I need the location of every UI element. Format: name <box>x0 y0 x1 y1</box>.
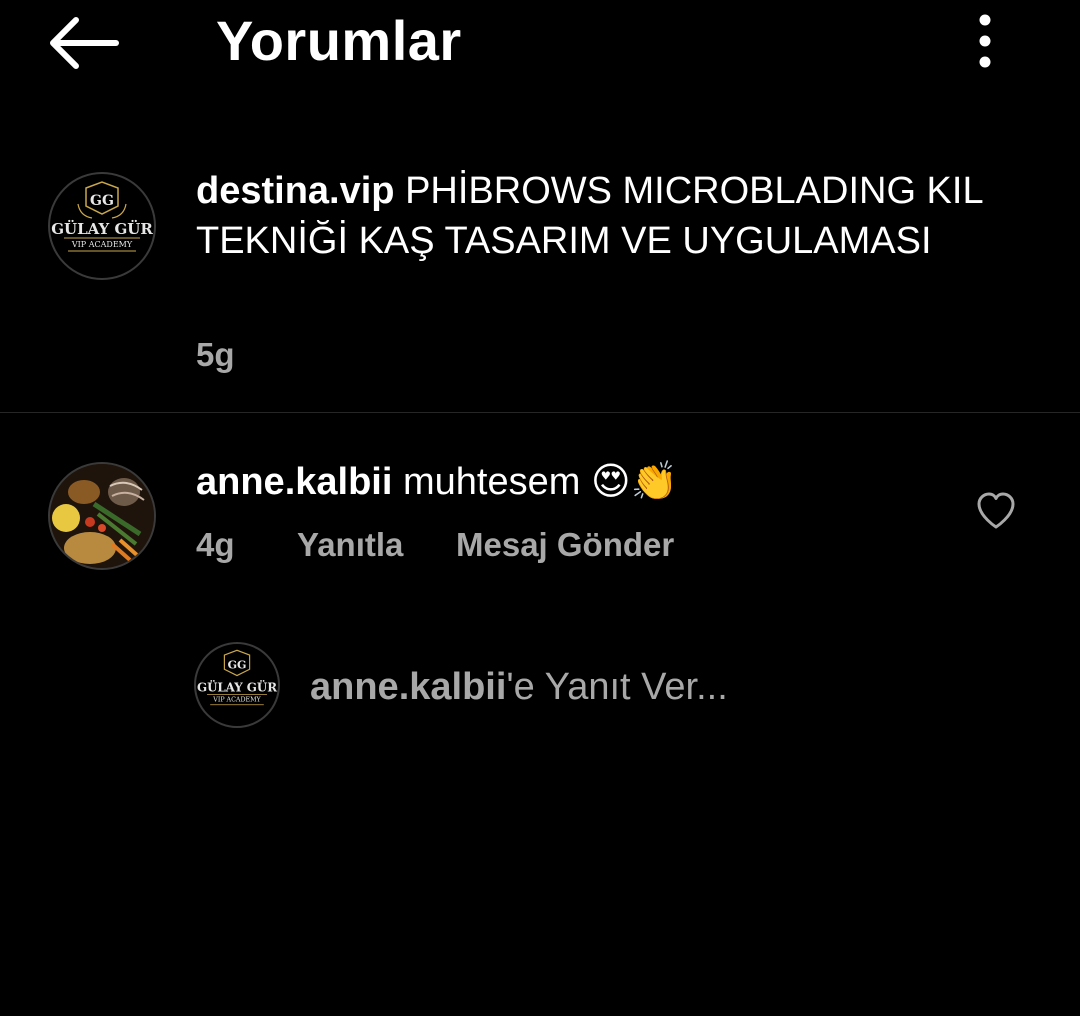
reply-mention: anne.kalbii <box>310 666 507 708</box>
more-vertical-icon <box>979 14 991 68</box>
more-options-button[interactable] <box>964 10 1006 72</box>
reply-placeholder: 'e Yanıt Ver... <box>506 666 728 708</box>
reply-input[interactable]: anne.kalbii'e Yanıt Ver... <box>310 662 728 712</box>
comment-timestamp: 4g <box>196 526 235 563</box>
caption-text: destina.vip PHİBROWS MICROBLADING KIL TE… <box>196 166 996 266</box>
current-user-avatar: GG GÜLAY GÜR VIP ACADEMY <box>194 642 280 728</box>
caption-avatar[interactable]: GG GÜLAY GÜR VIP ACADEMY <box>48 172 156 280</box>
academy-logo-small: GG GÜLAY GÜR VIP ACADEMY <box>197 645 277 725</box>
top-bar: Yorumlar <box>0 0 1080 88</box>
comment-body: muhtesem <box>402 461 581 503</box>
caption-timestamp: 5g <box>196 336 235 373</box>
comment-avatar[interactable] <box>48 462 156 570</box>
svg-text:VIP ACADEMY: VIP ACADEMY <box>212 697 261 704</box>
svg-text:VIP ACADEMY: VIP ACADEMY <box>71 240 133 249</box>
svg-text:GÜLAY GÜR: GÜLAY GÜR <box>51 219 153 238</box>
send-message-button[interactable]: Mesaj Gönder <box>456 526 674 564</box>
reply-button[interactable]: Yanıtla <box>297 526 403 564</box>
page-title: Yorumlar <box>216 9 462 72</box>
food-photo <box>50 464 154 568</box>
back-button[interactable] <box>46 12 122 74</box>
svg-text:GG: GG <box>228 658 247 671</box>
divider <box>0 412 1080 413</box>
comment-text: anne.kalbii muhtesem 😍👏 <box>196 456 678 507</box>
caption-username[interactable]: destina.vip <box>196 170 395 212</box>
comment-username[interactable]: anne.kalbii <box>196 461 392 503</box>
svg-text:GÜLAY GÜR: GÜLAY GÜR <box>197 680 277 694</box>
arrow-left-icon <box>50 17 119 69</box>
heart-outline-icon <box>977 492 1015 529</box>
comment-emojis: 😍👏 <box>590 459 678 503</box>
academy-logo: GG GÜLAY GÜR VIP ACADEMY <box>51 176 153 276</box>
svg-text:GG: GG <box>90 193 114 209</box>
like-button[interactable] <box>974 490 1018 532</box>
